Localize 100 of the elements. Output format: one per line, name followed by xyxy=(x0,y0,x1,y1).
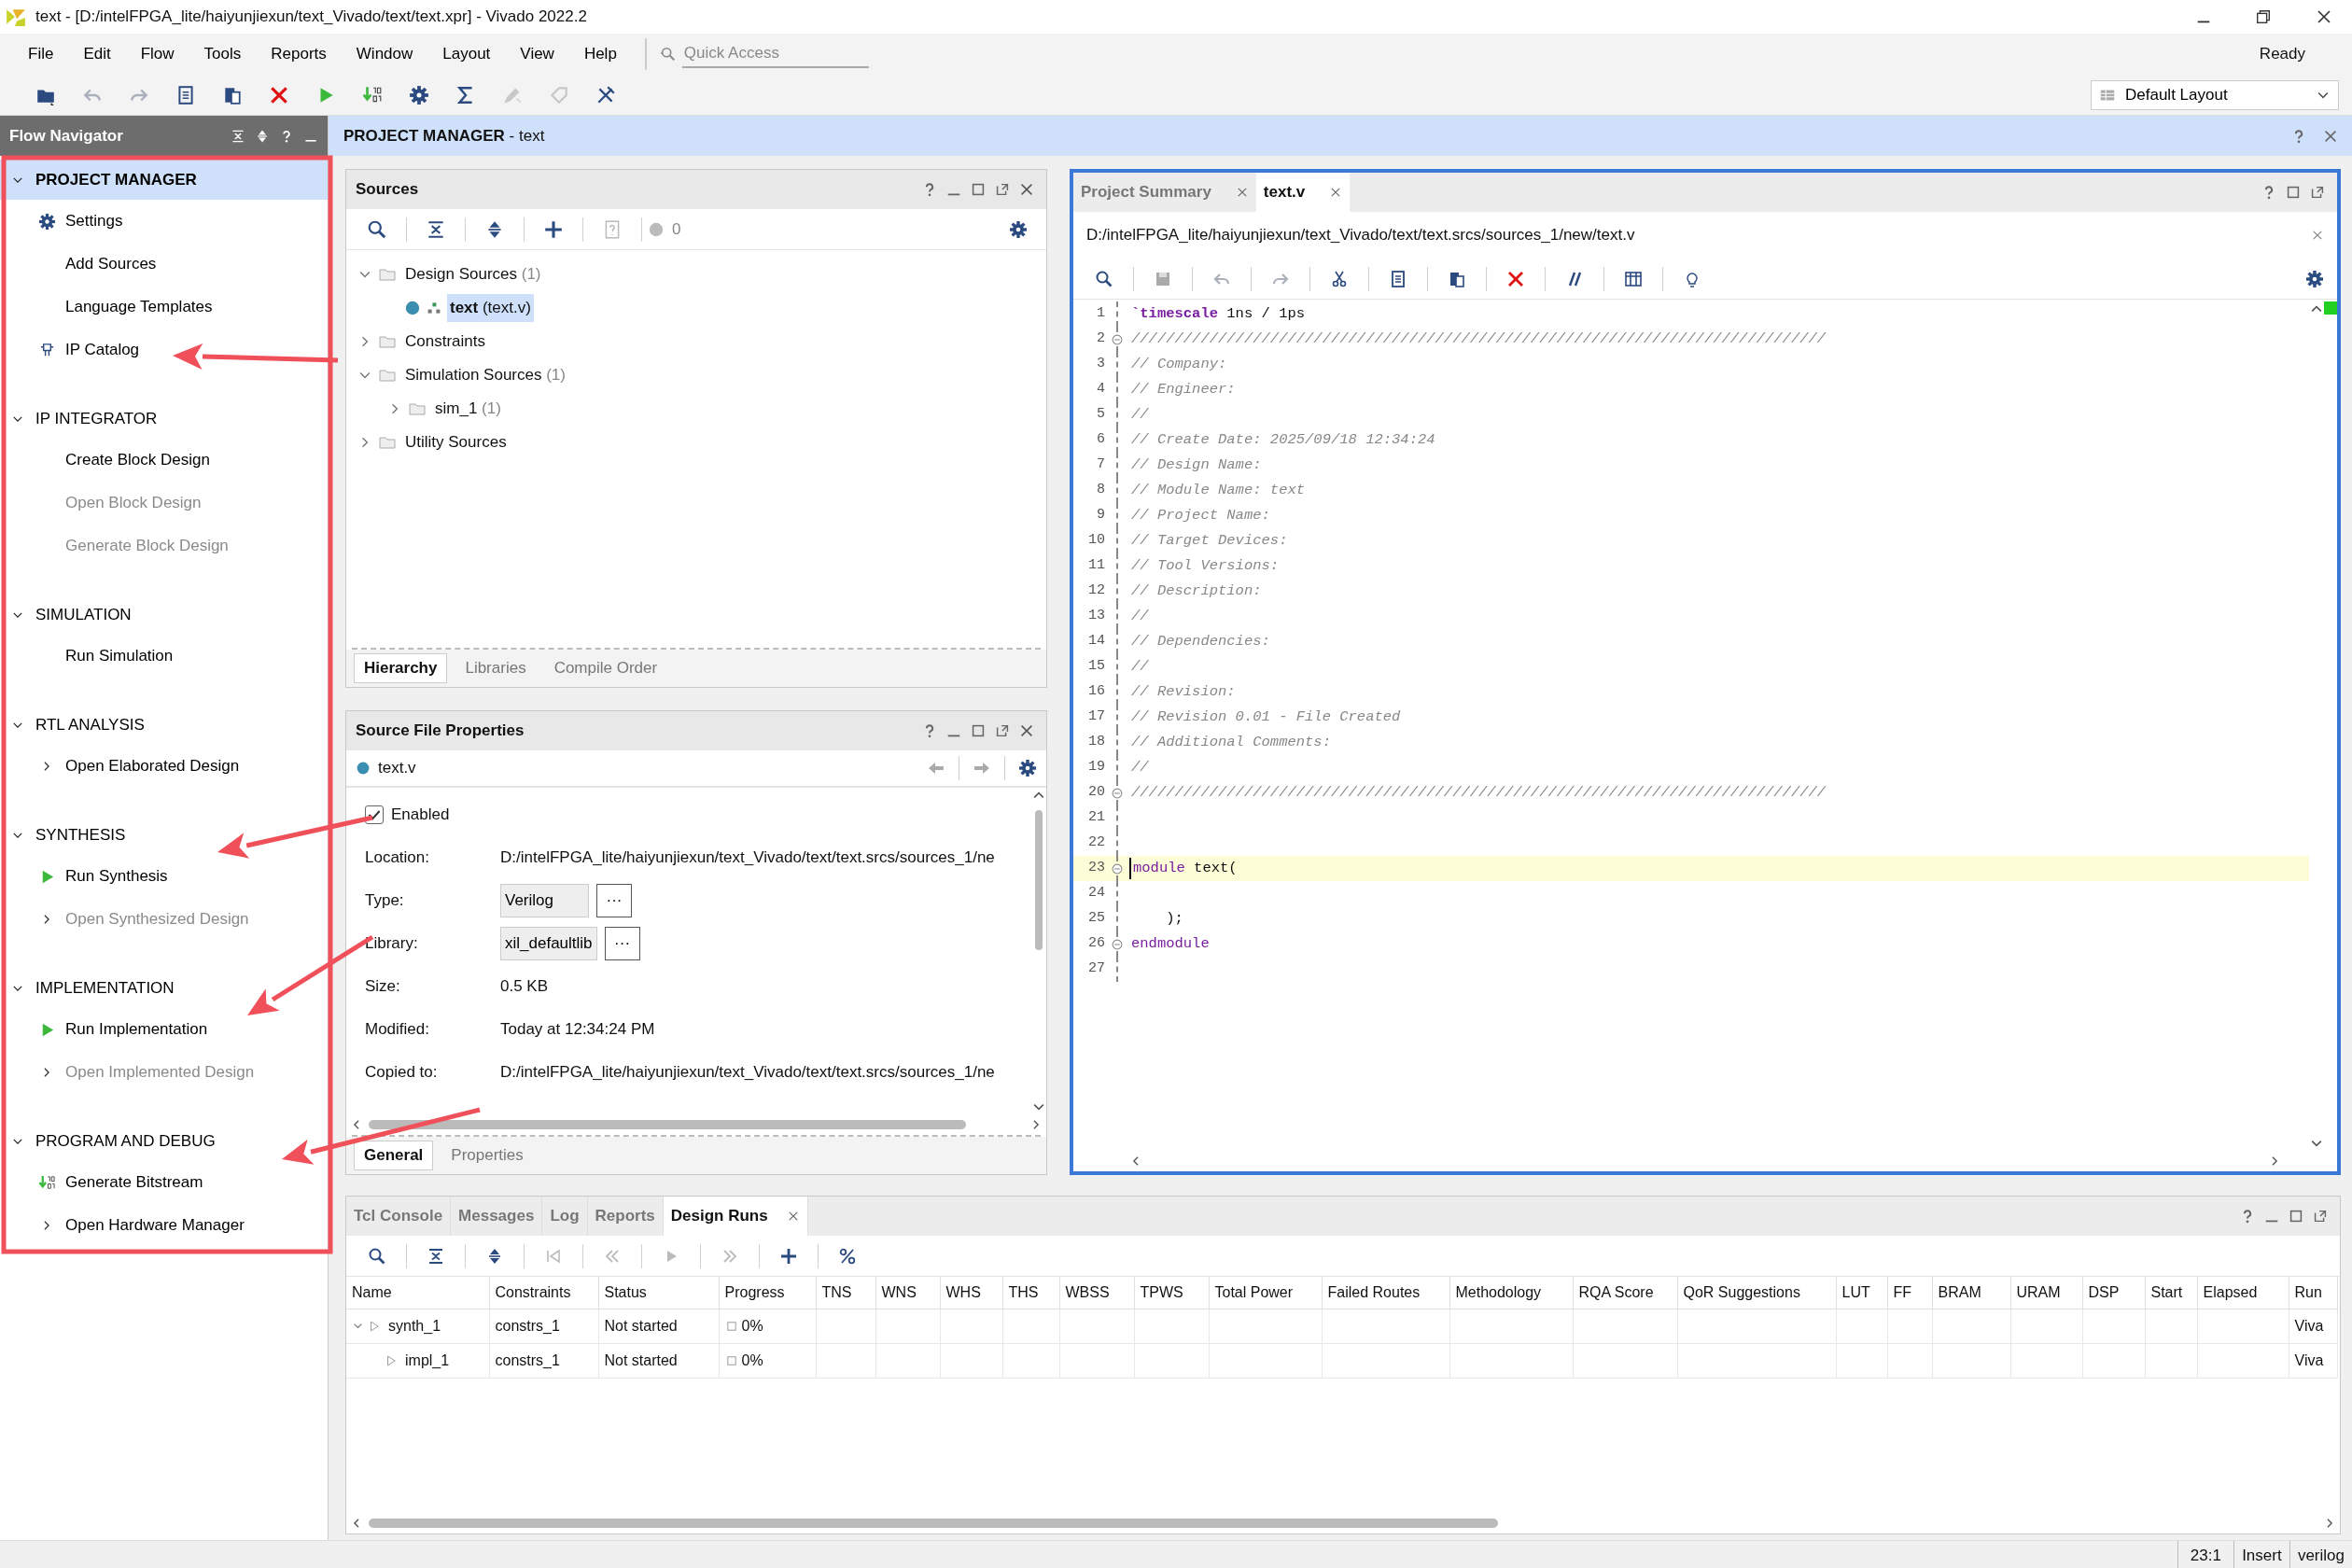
menu-item[interactable]: Flow xyxy=(125,42,189,66)
column-header[interactable]: URAM xyxy=(2010,1277,2082,1309)
column-header[interactable]: Name xyxy=(346,1277,489,1309)
browse-button[interactable]: ··· xyxy=(604,927,640,960)
tab[interactable]: Messages xyxy=(458,1204,535,1228)
collapse-all-icon[interactable] xyxy=(231,128,245,144)
column-header[interactable]: Run xyxy=(2289,1277,2337,1309)
float-icon[interactable] xyxy=(994,722,1011,739)
column-header[interactable]: WBSS xyxy=(1059,1277,1134,1309)
column-header[interactable]: LUT xyxy=(1836,1277,1887,1309)
nav-item[interactable]: Run Simulation xyxy=(0,635,328,678)
menu-item[interactable]: File xyxy=(13,42,69,66)
float-icon[interactable] xyxy=(994,181,1011,198)
maximize-icon[interactable] xyxy=(970,722,987,739)
close-icon[interactable] xyxy=(1018,181,1035,198)
column-header[interactable]: TNS xyxy=(816,1277,875,1309)
nav-item[interactable]: Run Implementation xyxy=(0,1008,328,1051)
nav-item[interactable]: Create Block Design xyxy=(0,439,328,482)
tab[interactable]: Properties xyxy=(441,1141,534,1170)
fold-icon[interactable] xyxy=(1111,861,1124,875)
column-header[interactable]: WNS xyxy=(875,1277,940,1309)
nav-section-header[interactable]: IMPLEMENTATION xyxy=(0,968,328,1008)
column-header[interactable]: Start xyxy=(2145,1277,2197,1309)
quick-access-field[interactable]: Quick Access xyxy=(681,40,869,68)
tree-item[interactable]: text (text.v) xyxy=(447,294,534,322)
float-icon[interactable] xyxy=(2312,1208,2329,1225)
column-header[interactable]: RQA Score xyxy=(1573,1277,1677,1309)
select-field[interactable]: xil_defaultlib xyxy=(500,927,597,960)
column-header[interactable]: QoR Suggestions xyxy=(1677,1277,1836,1309)
settings-icon[interactable] xyxy=(1009,219,1028,239)
scrollbar-thumb[interactable] xyxy=(1035,810,1043,950)
column-header[interactable]: WHS xyxy=(940,1277,1002,1309)
column-header[interactable]: Progress xyxy=(719,1277,816,1309)
column-header[interactable]: Constraints xyxy=(489,1277,598,1309)
nav-section-header[interactable]: SIMULATION xyxy=(0,595,328,635)
column-header[interactable]: FF xyxy=(1887,1277,1932,1309)
browse-button[interactable]: ··· xyxy=(596,884,632,917)
menu-item[interactable]: Help xyxy=(568,42,632,66)
restore-icon[interactable] xyxy=(2255,8,2272,25)
scrollbar-thumb[interactable] xyxy=(369,1120,966,1129)
checkbox[interactable] xyxy=(365,805,384,824)
tree-item[interactable]: Simulation Sources (1) xyxy=(402,361,568,389)
column-header[interactable]: Elapsed xyxy=(2197,1277,2289,1309)
layout-select[interactable]: Default Layout xyxy=(2091,79,2339,110)
gear-icon xyxy=(37,212,56,231)
nav-item[interactable]: Settings xyxy=(0,200,328,243)
select-field[interactable]: Verilog xyxy=(500,884,589,917)
section-title: PROJECT MANAGER - text xyxy=(343,125,545,147)
settings-icon[interactable] xyxy=(2305,269,2324,288)
column-header[interactable]: THS xyxy=(1002,1277,1059,1309)
tab[interactable]: Libraries xyxy=(455,653,537,683)
menu-item[interactable]: View xyxy=(505,42,569,66)
nav-item[interactable]: Language Templates xyxy=(0,286,328,329)
column-header[interactable]: BRAM xyxy=(1932,1277,2010,1309)
column-header[interactable]: DSP xyxy=(2082,1277,2145,1309)
fold-icon[interactable] xyxy=(1111,332,1124,346)
tree-item[interactable]: Utility Sources xyxy=(402,428,510,456)
maximize-icon[interactable] xyxy=(2288,1208,2304,1225)
menu-item[interactable]: Tools xyxy=(189,42,257,66)
tab[interactable]: Tcl Console xyxy=(354,1204,443,1228)
column-header[interactable]: TPWS xyxy=(1134,1277,1209,1309)
tab[interactable]: Log xyxy=(550,1204,580,1228)
tab[interactable]: Project Summary xyxy=(1081,180,1211,204)
maximize-icon[interactable] xyxy=(2285,184,2302,201)
nav-item[interactable]: IP Catalog xyxy=(0,329,328,371)
fold-icon[interactable] xyxy=(1111,937,1124,951)
close-icon[interactable] xyxy=(1018,722,1035,739)
expand-all-icon[interactable] xyxy=(255,128,270,144)
tab[interactable]: Reports xyxy=(595,1204,655,1228)
tree-item[interactable]: Constraints xyxy=(402,328,488,356)
nav-section-header[interactable]: PROJECT MANAGER xyxy=(0,160,328,200)
tree-item[interactable]: sim_1 (1) xyxy=(432,395,504,423)
tab[interactable]: Hierarchy xyxy=(354,653,448,683)
nav-section-header[interactable]: IP INTEGRATOR xyxy=(0,399,328,439)
settings-icon[interactable] xyxy=(1018,759,1037,777)
maximize-icon[interactable] xyxy=(970,181,987,198)
nav-item[interactable]: Open Hardware Manager xyxy=(0,1204,328,1247)
tab[interactable]: General xyxy=(354,1141,434,1170)
column-header[interactable]: Status xyxy=(598,1277,719,1309)
code-line: // Create Date: 2025/09/18 12:34:24 xyxy=(1130,429,1435,450)
menu-item[interactable]: Layout xyxy=(427,42,506,66)
nav-section-header[interactable]: SYNTHESIS xyxy=(0,815,328,855)
nav-section-header[interactable]: RTL ANALYSIS xyxy=(0,705,328,745)
fold-icon[interactable] xyxy=(1111,786,1124,800)
nav-item[interactable]: Generate Bitstream xyxy=(0,1161,328,1204)
nav-item[interactable]: Add Sources xyxy=(0,243,328,286)
column-header[interactable]: Failed Routes xyxy=(1322,1277,1449,1309)
menu-item[interactable]: Edit xyxy=(68,42,126,66)
nav-item[interactable]: Run Synthesis xyxy=(0,855,328,898)
nav-section-header[interactable]: PROGRAM AND DEBUG xyxy=(0,1121,328,1161)
column-header[interactable]: Total Power xyxy=(1209,1277,1322,1309)
line-number: 23 xyxy=(1087,859,1105,878)
menu-item[interactable]: Window xyxy=(341,42,428,66)
scrollbar-thumb[interactable] xyxy=(369,1519,1498,1528)
menu-item[interactable]: Reports xyxy=(256,42,342,66)
float-icon[interactable] xyxy=(2309,184,2326,201)
nav-item[interactable]: Open Elaborated Design xyxy=(0,745,328,788)
tree-item[interactable]: Design Sources (1) xyxy=(402,260,544,288)
column-header[interactable]: Methodology xyxy=(1449,1277,1573,1309)
tab[interactable]: Compile Order xyxy=(543,653,668,683)
